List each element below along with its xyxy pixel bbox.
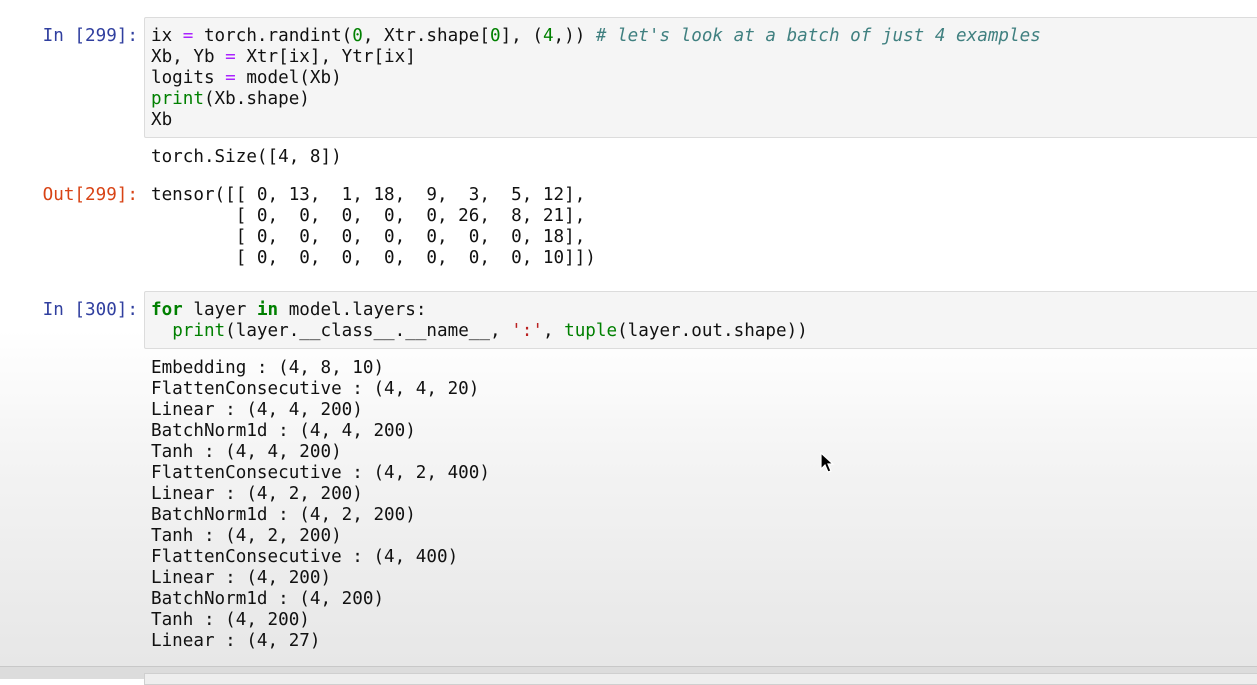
result-line: [ 0, 0, 0, 0, 0, 26, 8, 21], — [151, 206, 586, 226]
cell-299-out-prompt: Out[299]: — [42, 185, 138, 205]
output-line: Linear : (4, 200) — [151, 568, 332, 588]
result-line: [ 0, 0, 0, 0, 0, 0, 0, 18], — [151, 227, 586, 247]
output-line: BatchNorm1d : (4, 2, 200) — [151, 505, 416, 525]
output-line: Embedding : (4, 8, 10) — [151, 358, 385, 378]
result-line: tensor([[ 0, 13, 1, 18, 9, 3, 5, 12], — [151, 185, 586, 205]
output-line: Linear : (4, 2, 200) — [151, 484, 363, 504]
cell-300-stdout: Embedding : (4, 8, 10) FlattenConsecutiv… — [151, 358, 490, 652]
result-line: [ 0, 0, 0, 0, 0, 0, 0, 10]]) — [151, 248, 596, 268]
cell-300-code: for layer in model.layers: print(layer._… — [151, 300, 808, 341]
output-line: FlattenConsecutive : (4, 2, 400) — [151, 463, 490, 483]
output-line: BatchNorm1d : (4, 200) — [151, 589, 385, 609]
output-line: Tanh : (4, 2, 200) — [151, 526, 342, 546]
cell-299-result: tensor([[ 0, 13, 1, 18, 9, 3, 5, 12], [ … — [151, 185, 596, 269]
output-line: Tanh : (4, 4, 200) — [151, 442, 342, 462]
output-line: Linear : (4, 4, 200) — [151, 400, 363, 420]
output-line: FlattenConsecutive : (4, 4, 20) — [151, 379, 480, 399]
output-line: BatchNorm1d : (4, 4, 200) — [151, 421, 416, 441]
cell-299-code: ix = torch.randint(0, Xtr.shape[0], (4,)… — [151, 26, 1041, 130]
cell-299-stdout: torch.Size([4, 8]) — [151, 147, 342, 167]
next-cell-editor[interactable] — [144, 673, 1257, 685]
cell-300-in-prompt: In [300]: — [42, 300, 138, 320]
output-line: Linear : (4, 27) — [151, 631, 321, 651]
output-line: Tanh : (4, 200) — [151, 610, 310, 630]
output-line: FlattenConsecutive : (4, 400) — [151, 547, 459, 567]
mouse-pointer-icon — [820, 452, 835, 473]
cell-299-in-prompt: In [299]: — [42, 26, 138, 46]
code-comment: # let's look at a batch of just 4 exampl… — [595, 26, 1041, 46]
